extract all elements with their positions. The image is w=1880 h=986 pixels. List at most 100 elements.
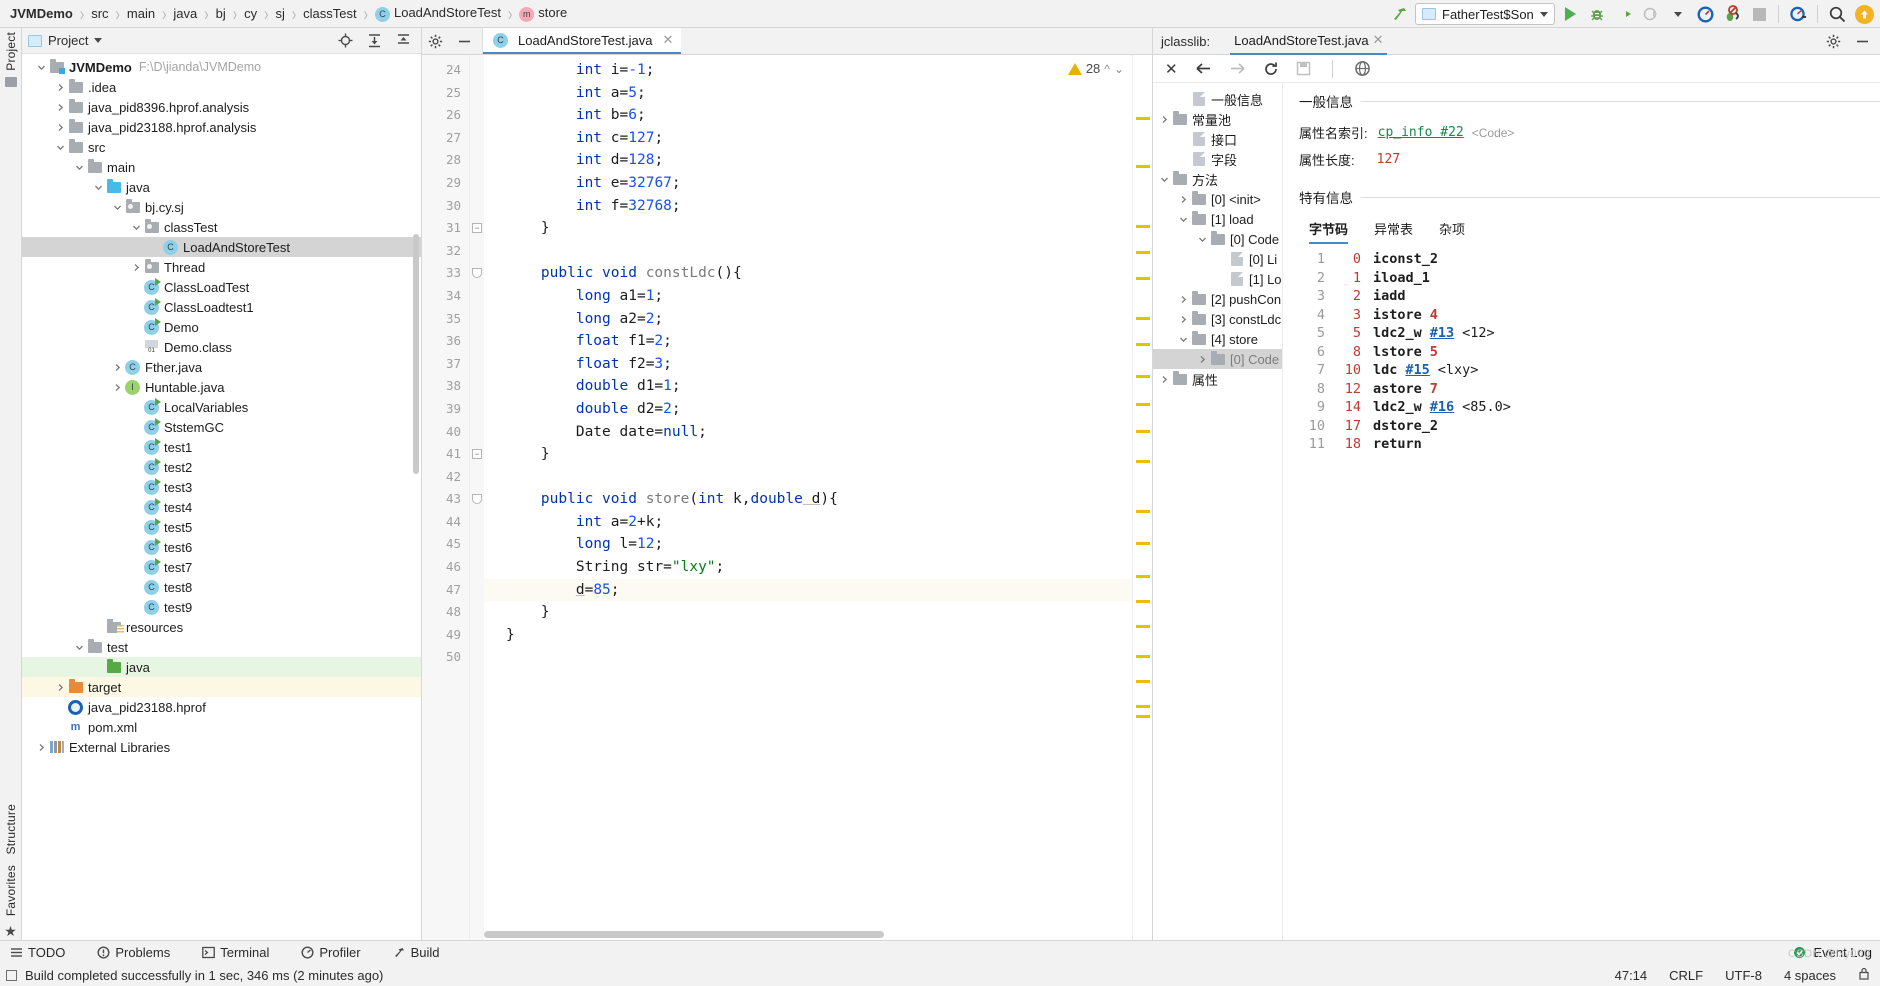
debug-icon[interactable]: [1585, 2, 1609, 26]
chevron-right-icon[interactable]: [110, 383, 124, 392]
run-with-coverage-icon[interactable]: [1612, 2, 1636, 26]
breadcrumb-item-java[interactable]: java: [171, 6, 199, 21]
bytecode-list[interactable]: 1 0 iconst_2 2 1 iload_1 3 2 iadd 4 3 istore 4 5 5 ldc2…: [1299, 250, 1880, 454]
bytecode-row[interactable]: 1 0 iconst_2: [1299, 250, 1880, 269]
stop-profiling-icon[interactable]: [1720, 2, 1744, 26]
code-line[interactable]: int f=32768;: [484, 195, 1132, 218]
tool-profiler[interactable]: Profiler: [295, 945, 366, 960]
tree-node-demo-class[interactable]: Demo.class: [22, 337, 421, 357]
code-line[interactable]: double d1=1;: [484, 375, 1132, 398]
warning-marker[interactable]: [1136, 403, 1150, 406]
chevron-down-icon[interactable]: [91, 183, 105, 192]
tree-node--idea[interactable]: .idea: [22, 77, 421, 97]
bytecode-row[interactable]: 7 10 ldc #15 <lxy>: [1299, 361, 1880, 380]
warning-marker[interactable]: [1136, 542, 1150, 545]
tree-node-test7[interactable]: Ctest7: [22, 557, 421, 577]
code-line[interactable]: int b=6;: [484, 104, 1132, 127]
tree-node-jvmdemo[interactable]: JVMDemo F:\D\jianda\JVMDemo: [22, 57, 421, 77]
code-line[interactable]: [484, 240, 1132, 263]
warning-marker[interactable]: [1136, 225, 1150, 228]
profile-icon[interactable]: [1639, 2, 1663, 26]
jclasslib-node--0-li[interactable]: [0] Li: [1153, 249, 1282, 269]
code-line[interactable]: int d=128;: [484, 149, 1132, 172]
constant-pool-link[interactable]: cp_info #22: [1378, 125, 1464, 140]
code-line[interactable]: }: [484, 443, 1132, 466]
tree-node-bj-cy-sj[interactable]: bj.cy.sj: [22, 197, 421, 217]
chevron-right-icon[interactable]: [1157, 375, 1171, 384]
bytecode-row[interactable]: 8 12 astore 7: [1299, 380, 1880, 399]
tree-node-test4[interactable]: Ctest4: [22, 497, 421, 517]
hammer-icon[interactable]: [1388, 2, 1412, 26]
bytecode-row[interactable]: 4 3 istore 4: [1299, 306, 1880, 325]
chevron-right-icon[interactable]: [34, 743, 48, 752]
breadcrumb-item-loadandstoretest[interactable]: C LoadAndStoreTest: [373, 5, 503, 22]
warning-marker[interactable]: [1136, 625, 1150, 628]
update-arrow-icon[interactable]: [1852, 2, 1876, 26]
back-arrow-icon[interactable]: [1195, 61, 1212, 76]
jclasslib-node--[interactable]: 属性: [1153, 369, 1282, 389]
reload-icon[interactable]: [1263, 61, 1279, 77]
strip-structure-label[interactable]: Structure: [4, 804, 18, 855]
chevron-down-icon[interactable]: [1157, 175, 1171, 184]
tree-node-java-pid8396-hprof-analysis[interactable]: java_pid8396.hprof.analysis: [22, 97, 421, 117]
jclasslib-node--[interactable]: 一般信息: [1153, 89, 1282, 109]
indent-setting[interactable]: 4 spaces: [1784, 968, 1836, 983]
status-square-icon[interactable]: [6, 969, 17, 981]
chevron-down-icon[interactable]: [72, 163, 86, 172]
code-line[interactable]: String str="lxy";: [484, 556, 1132, 579]
warning-marker[interactable]: [1136, 510, 1150, 513]
tree-node-localvariables[interactable]: C LocalVariables: [22, 397, 421, 417]
tree-node-test8[interactable]: Ctest8: [22, 577, 421, 597]
attach-profiler-icon[interactable]: [1786, 2, 1810, 26]
code-line[interactable]: [484, 466, 1132, 489]
code-line[interactable]: long a1=1;: [484, 285, 1132, 308]
close-icon[interactable]: ✕: [662, 32, 673, 48]
warning-marker[interactable]: [1136, 680, 1150, 683]
code-line[interactable]: long l=12;: [484, 533, 1132, 556]
chevron-right-icon[interactable]: [1176, 315, 1190, 324]
code-content[interactable]: int i=-1; int a=5; int b=6; int c=127; i…: [484, 55, 1132, 940]
collapse-all-icon[interactable]: [396, 33, 411, 48]
tree-node-java-pid23188-hprof-analysis[interactable]: java_pid23188.hprof.analysis: [22, 117, 421, 137]
breadcrumb-item-sj[interactable]: sj: [273, 6, 286, 21]
jclasslib-tab-other[interactable]: 杂项: [1439, 219, 1465, 244]
warning-marker[interactable]: [1136, 277, 1150, 280]
chevron-right-icon[interactable]: [1176, 295, 1190, 304]
stop-icon[interactable]: [1747, 2, 1771, 26]
code-fold-marker[interactable]: −: [472, 449, 482, 460]
bytecode-row[interactable]: 9 14 ldc2_w #16 <85.0>: [1299, 398, 1880, 417]
breadcrumb-item-src[interactable]: src: [89, 6, 110, 21]
tree-node-src[interactable]: src: [22, 137, 421, 157]
jclasslib-node--4-store[interactable]: [4] store: [1153, 329, 1282, 349]
jclasslib-node--3-constldc[interactable]: [3] constLdc: [1153, 309, 1282, 329]
chevron-down-icon[interactable]: [94, 38, 103, 43]
breadcrumb-item-cy[interactable]: cy: [242, 6, 259, 21]
tree-node-huntable-java[interactable]: I Huntable.java: [22, 377, 421, 397]
chevron-right-icon[interactable]: [1195, 355, 1209, 364]
chevron-down-icon[interactable]: [110, 203, 124, 212]
code-line[interactable]: public void store(int k,double d){: [484, 488, 1132, 511]
tool-build[interactable]: Build: [387, 945, 446, 960]
code-line[interactable]: Date date=null;: [484, 421, 1132, 444]
tree-node-java[interactable]: java: [22, 177, 421, 197]
code-line[interactable]: }: [484, 601, 1132, 624]
jclasslib-node--0-<init>[interactable]: [0] <init>: [1153, 189, 1282, 209]
warning-marker[interactable]: [1136, 430, 1150, 433]
chevron-right-icon[interactable]: [53, 83, 67, 92]
bytecode-row[interactable]: 10 17 dstore_2: [1299, 417, 1880, 436]
chevron-down-icon[interactable]: [129, 223, 143, 232]
browse-icon[interactable]: [1354, 60, 1371, 77]
warning-marker[interactable]: [1136, 343, 1150, 346]
warning-marker[interactable]: [1136, 375, 1150, 378]
settings-icon[interactable]: [428, 34, 443, 49]
code-line[interactable]: float f1=2;: [484, 330, 1132, 353]
warning-marker[interactable]: [1136, 317, 1150, 320]
tree-node-classloadtest[interactable]: C ClassLoadTest: [22, 277, 421, 297]
tree-node-test5[interactable]: Ctest5: [22, 517, 421, 537]
breadcrumb-item-main[interactable]: main: [125, 6, 157, 21]
warning-marker[interactable]: [1136, 575, 1150, 578]
tree-node-test6[interactable]: Ctest6: [22, 537, 421, 557]
jclasslib-node--[interactable]: 字段: [1153, 149, 1282, 169]
jclasslib-tree[interactable]: 一般信息 常量池 接口 字段 方法 [0] <init> [1] load [0] Code […: [1153, 83, 1283, 940]
code-line[interactable]: [484, 646, 1132, 669]
